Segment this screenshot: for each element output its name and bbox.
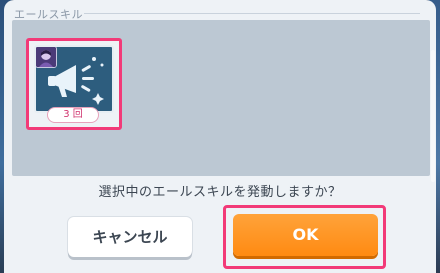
ale-skill-dialog: エールスキル 3 回 選択中のエールスキルを発動しますか？ キャンセル OK	[4, 0, 436, 273]
ok-button[interactable]: OK	[233, 214, 378, 256]
skill-list-area[interactable]: 3 回	[12, 20, 435, 182]
scrollbar[interactable]	[431, 50, 435, 182]
skill-use-count: 3 回	[47, 107, 99, 123]
cancel-button[interactable]: キャンセル	[68, 217, 192, 257]
character-avatar	[36, 47, 57, 68]
section-divider	[84, 13, 420, 14]
skill-icon-frame	[34, 45, 114, 113]
skill-card-selected[interactable]: 3 回	[26, 38, 122, 130]
confirm-question: 選択中のエールスキルを発動しますか？	[98, 185, 342, 200]
